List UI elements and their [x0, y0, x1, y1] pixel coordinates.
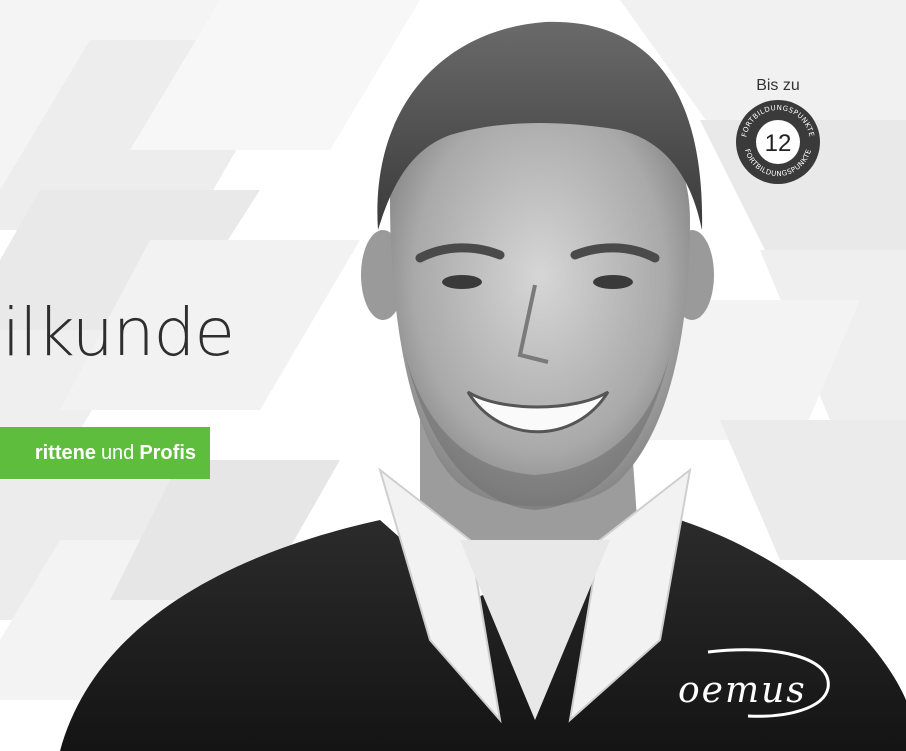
points-number: 12 [765, 130, 792, 157]
points-label: Bis zu [756, 77, 800, 94]
points-seal-icon: FORTBILDUNGSPUNKTE FORTBILDUNGSPUNKTE 12 [736, 100, 820, 184]
banner: ilkunde rittene und Profis Bis zu FORTBI… [0, 0, 906, 751]
logo-text: oemus [678, 670, 807, 711]
oemus-logo: oemus [678, 648, 830, 718]
points-badge: Bis zu FORTBILDUNGSPUNKTE FORTBILDUNGSPU… [723, 77, 833, 197]
